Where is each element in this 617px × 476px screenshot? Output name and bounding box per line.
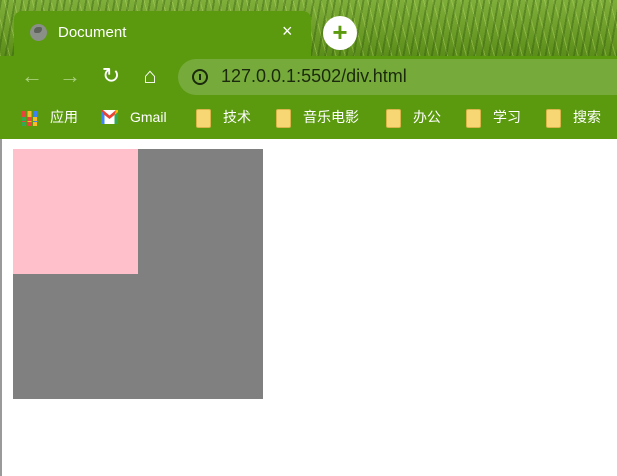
tab-title: Document <box>58 24 127 41</box>
pink-div-box <box>13 149 138 274</box>
browser-tab[interactable]: Document × <box>14 11 311 56</box>
bookmark-label: 音乐电影 <box>303 109 359 125</box>
apps-grid-icon <box>22 111 37 126</box>
bookmark-label: 搜索 <box>573 109 601 125</box>
address-bar[interactable]: 127.0.0.1:5502/div.html <box>178 59 617 95</box>
window-left-edge <box>0 98 2 476</box>
folder-icon <box>466 109 481 128</box>
forward-button[interactable]: → <box>54 56 86 98</box>
tab-close-button[interactable]: × <box>282 20 293 42</box>
gmail-icon <box>101 110 118 124</box>
bookmark-label: Gmail <box>130 109 167 125</box>
folder-icon <box>196 109 211 128</box>
browser-toolbar: ← → ↻ ⌂ 127.0.0.1:5502/div.html <box>0 56 617 98</box>
browser-title-bar: Document × + <box>0 0 617 56</box>
bookmark-label: 应用 <box>50 109 78 125</box>
back-button[interactable]: ← <box>16 56 48 98</box>
reload-button[interactable]: ↻ <box>95 56 127 98</box>
bookmark-label: 技术 <box>223 109 251 125</box>
address-url[interactable]: 127.0.0.1:5502/div.html <box>221 66 407 87</box>
bookmarks-bar: 应用 Gmail 技术 音乐电影 办公 学习 搜索 <box>0 98 617 139</box>
site-info-icon[interactable] <box>192 69 208 85</box>
folder-icon <box>546 109 561 128</box>
bookmark-label: 学习 <box>493 109 521 125</box>
new-tab-button[interactable]: + <box>323 16 357 50</box>
globe-icon <box>30 24 47 41</box>
home-button[interactable]: ⌂ <box>134 56 166 98</box>
folder-icon <box>386 109 401 128</box>
gray-div-box <box>13 149 263 399</box>
bookmark-label: 办公 <box>413 109 441 125</box>
folder-icon <box>276 109 291 128</box>
